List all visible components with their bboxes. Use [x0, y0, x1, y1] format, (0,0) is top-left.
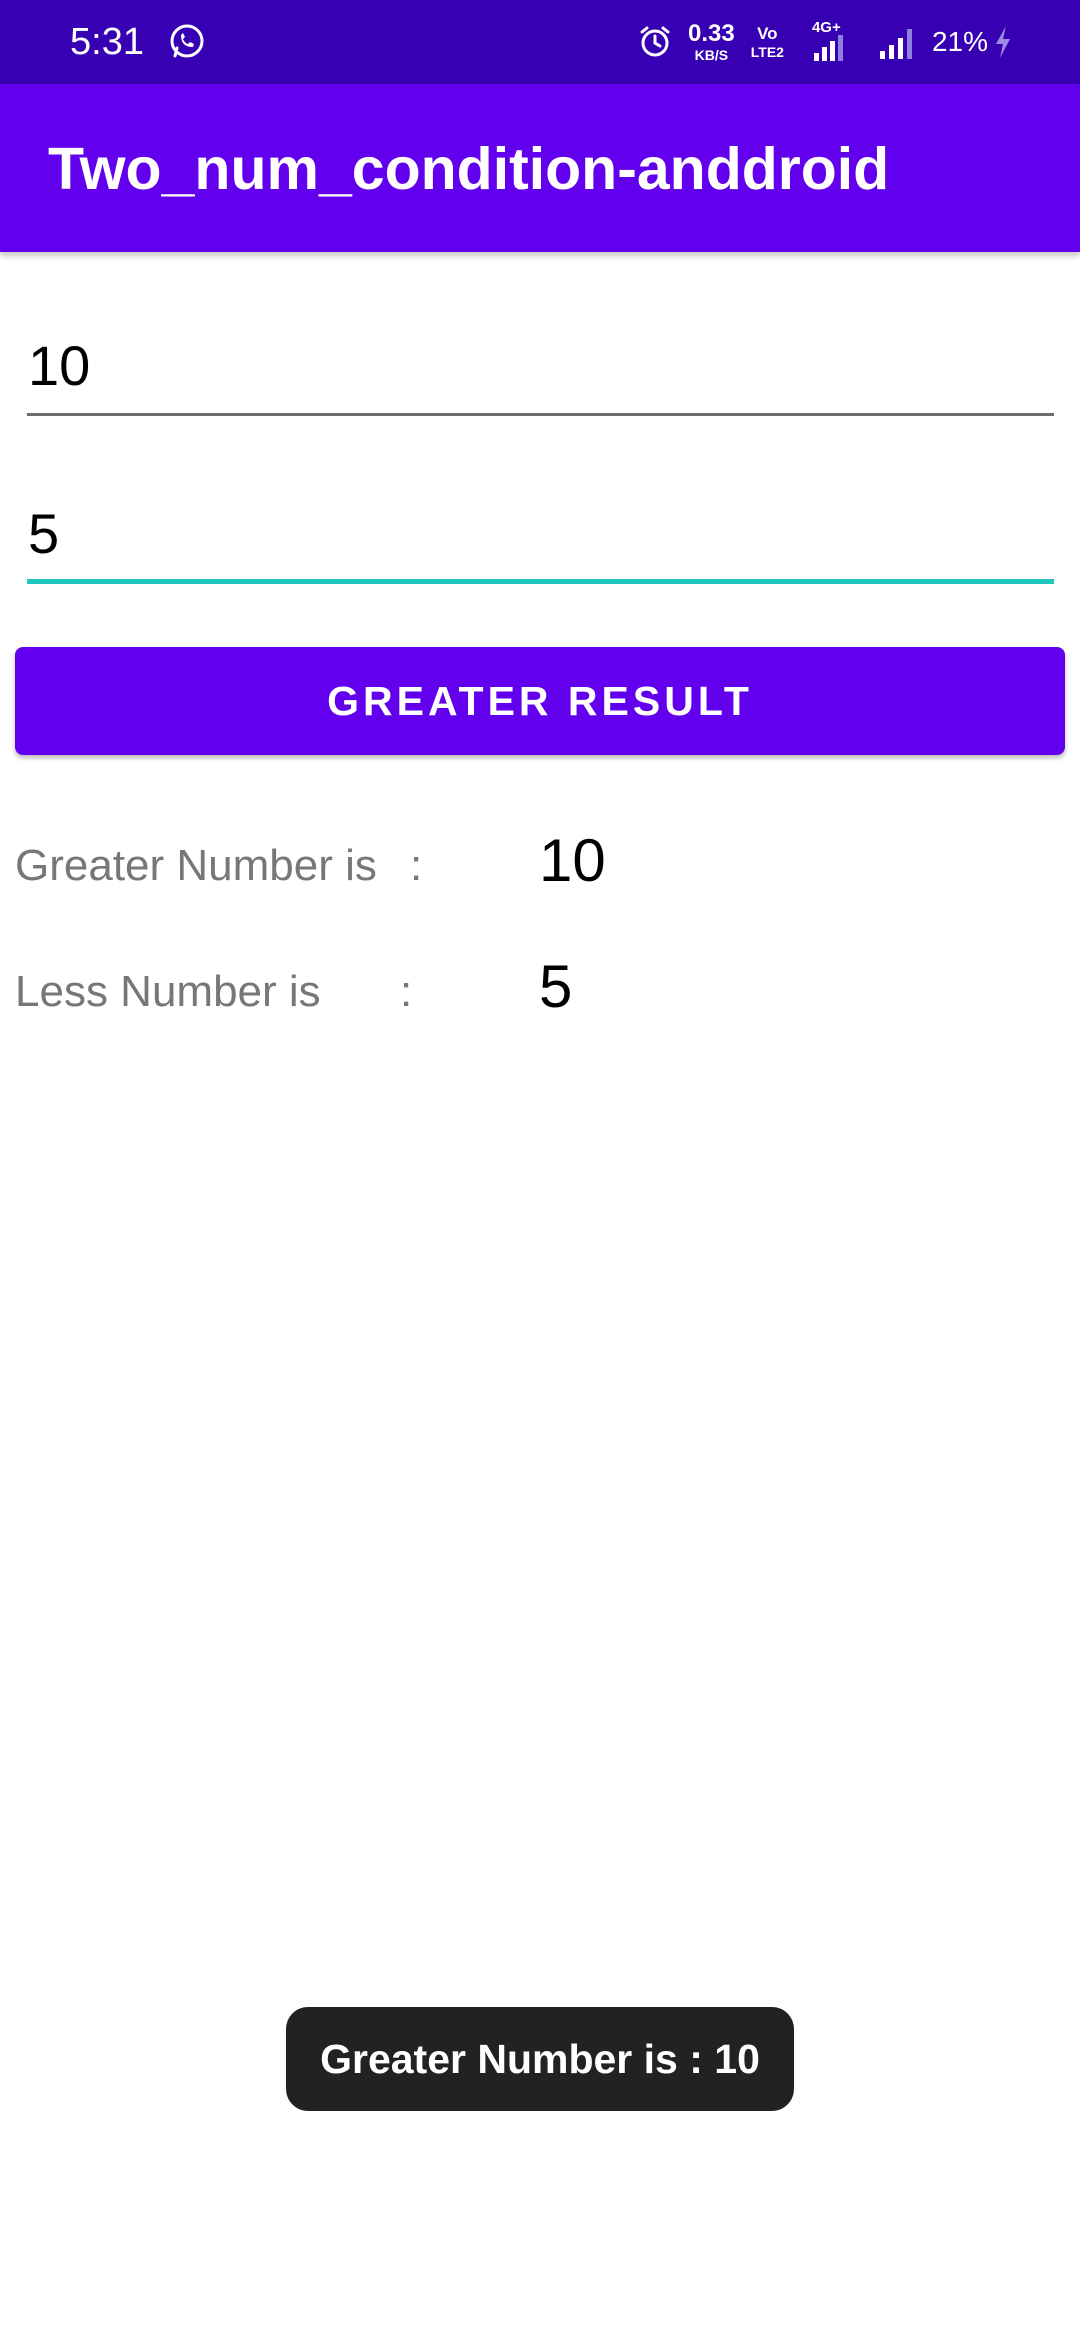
volte-bottom: LTE2	[750, 44, 784, 60]
second-number-underline	[27, 579, 1054, 584]
network-speed-unit: KB/S	[694, 47, 729, 63]
volte-top: Vo	[757, 24, 778, 43]
network-speed: 0.33 KB/S	[688, 20, 735, 63]
battery-percent: 21%	[931, 26, 988, 57]
signal-bars-icon	[813, 35, 843, 61]
greater-result-button[interactable]: GREATER RESULT	[15, 647, 1065, 755]
less-number-value: 5	[539, 953, 573, 1020]
status-icons: 0.33 KB/S Vo LTE2 4G+ 21%	[638, 14, 1014, 70]
status-bar: 5:31 0.33 KB/S Vo LTE2 4G+ 21%	[0, 0, 1080, 84]
second-number-value[interactable]: 5	[28, 500, 59, 568]
app-bar: Two_num_condition-anddroid	[0, 84, 1080, 252]
greater-number-colon: :	[410, 841, 423, 890]
volte-indicator: Vo LTE2	[751, 25, 784, 59]
first-number-input[interactable]: 10	[27, 316, 1054, 416]
whatsapp-icon	[170, 24, 204, 58]
charging-icon	[996, 26, 1010, 58]
status-time: 5:31	[70, 21, 144, 63]
app-title: Two_num_condition-anddroid	[48, 136, 890, 202]
less-number-colon: :	[400, 967, 413, 1016]
signal-icon	[879, 29, 912, 59]
network-type: 4G+	[811, 19, 841, 36]
greater-number-value: 10	[539, 827, 606, 894]
network-speed-value: 0.33	[688, 20, 735, 47]
first-number-value[interactable]: 10	[28, 332, 90, 400]
first-number-underline	[27, 413, 1054, 416]
toast-message: Greater Number is : 10	[286, 2007, 794, 2111]
less-number-label: Less Number is	[15, 967, 321, 1016]
greater-number-label: Greater Number is	[15, 841, 377, 890]
alarm-icon	[640, 26, 670, 57]
second-number-input[interactable]: 5	[27, 484, 1054, 584]
signal-4g-icon: 4G+	[802, 19, 858, 61]
